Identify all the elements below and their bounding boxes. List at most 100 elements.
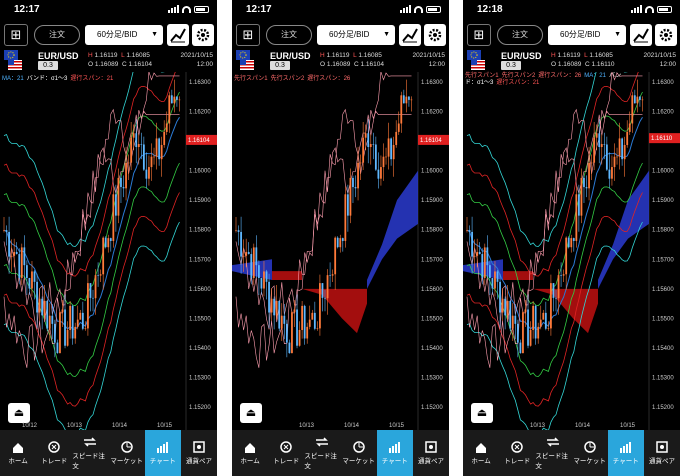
candle-body xyxy=(397,123,400,132)
x-axis-label: 10/15 xyxy=(620,423,636,429)
y-axis-label: 1.16200 xyxy=(652,110,674,116)
tab-trade[interactable]: トレード xyxy=(268,430,304,476)
price-chart[interactable]: 1.163001.162001.161001.160001.159001.158… xyxy=(0,72,217,430)
tab-speed-order[interactable]: スピード注文 xyxy=(72,430,108,476)
chart-settings-button[interactable] xyxy=(424,24,446,46)
candle-body xyxy=(313,312,316,329)
candle-body xyxy=(408,96,410,100)
candle-body xyxy=(15,251,18,255)
high-value: 1.16119 xyxy=(326,52,350,59)
candle-body xyxy=(550,283,552,329)
order-button[interactable]: 注文 xyxy=(497,25,543,45)
tab-home[interactable]: ホーム xyxy=(232,430,268,476)
candle-body xyxy=(628,123,631,132)
timeframe-select[interactable]: 60分足/BID ▼ xyxy=(548,25,626,45)
battery-icon xyxy=(657,5,672,13)
timeframe-select[interactable]: 60分足/BID ▼ xyxy=(85,25,163,45)
candle-body xyxy=(588,162,590,189)
candle-body xyxy=(36,281,38,313)
price-chart[interactable]: 1.163001.162001.161001.160001.159001.158… xyxy=(232,72,449,430)
candle-body xyxy=(117,177,120,216)
candle-body xyxy=(524,309,527,313)
chart-settings-button[interactable] xyxy=(192,24,214,46)
chart-toolbar: ⊞ 注文 60分足/BID ▼ xyxy=(232,22,449,48)
tab-chart[interactable]: チャート xyxy=(607,430,644,476)
chart-settings-button[interactable] xyxy=(655,24,677,46)
candle-body xyxy=(48,315,51,329)
layout-grid-button[interactable]: ⊞ xyxy=(236,24,260,46)
tab-currency-pair[interactable]: 通貨ペア xyxy=(413,430,449,476)
tab-currency-pair[interactable]: 通貨ペア xyxy=(644,430,680,476)
x-axis-label: 10/15 xyxy=(389,423,405,429)
screenshot-collage: 12:17 ⊞ 注文 60分足/BID ▼ EUR/USD 0.3 H 1.161… xyxy=(0,0,680,476)
currency-pair-icon xyxy=(425,441,437,453)
candle-body xyxy=(170,95,173,104)
chart-icon xyxy=(156,442,168,453)
symbol-header: EUR/USD 0.3 H 1.16119 L 1.16085 O 1.1608… xyxy=(463,50,680,72)
tab-label: 通貨ペア xyxy=(648,458,675,465)
layout-grid-button[interactable]: ⊞ xyxy=(4,24,28,46)
tab-trade[interactable]: トレード xyxy=(36,430,72,476)
y-axis-label: 1.16300 xyxy=(421,80,443,86)
candle-body xyxy=(516,323,519,343)
candle-body xyxy=(153,156,155,158)
candle-body xyxy=(585,187,588,189)
tab-speed-order[interactable]: スピード注文 xyxy=(304,430,340,476)
candle-body xyxy=(410,99,413,101)
candle-body xyxy=(529,329,532,346)
candle-body xyxy=(616,156,618,158)
order-button[interactable]: 注文 xyxy=(266,25,312,45)
candle-body xyxy=(28,277,31,289)
bar-time: 12:00 xyxy=(196,61,213,68)
candle-body xyxy=(112,194,115,241)
ichimoku-cloud-bullish xyxy=(367,170,418,289)
candle-body xyxy=(468,230,471,232)
current-price-value: 1.16104 xyxy=(188,138,210,144)
tab-market[interactable]: マーケット xyxy=(572,430,608,476)
indicator-chart-button[interactable] xyxy=(630,24,652,46)
candle-body xyxy=(473,255,476,257)
candle-body xyxy=(326,275,329,299)
candle-body xyxy=(577,194,580,216)
tab-market[interactable]: マーケット xyxy=(341,430,377,476)
layout-grid-button[interactable]: ⊞ xyxy=(467,24,491,46)
low-value: 1.16085 xyxy=(589,52,613,59)
status-bar: 12:17 xyxy=(0,0,217,20)
tab-label: ホーム xyxy=(240,458,260,465)
candle-body xyxy=(109,238,112,241)
indicator-chart-button[interactable] xyxy=(167,24,189,46)
tab-label: ホーム xyxy=(471,458,491,465)
candle-body xyxy=(483,247,486,278)
candle-body xyxy=(382,156,385,168)
order-button[interactable]: 注文 xyxy=(34,25,80,45)
ichimoku-cloud-bearish xyxy=(302,288,367,334)
candle-body xyxy=(10,255,13,257)
tab-chart[interactable]: チャート xyxy=(144,430,181,476)
tab-market[interactable]: マーケット xyxy=(109,430,145,476)
current-price-value: 1.16104 xyxy=(420,138,442,144)
candle-body xyxy=(280,315,283,329)
close-value: 1.16104 xyxy=(128,61,153,68)
indicator-chart-button[interactable] xyxy=(399,24,421,46)
price-chart[interactable]: 1.163001.162001.161001.160001.159001.158… xyxy=(463,72,680,430)
candle-body xyxy=(235,230,237,231)
tab-trade[interactable]: トレード xyxy=(499,430,535,476)
candle-body xyxy=(311,312,314,320)
bar-date: 2021/10/15 xyxy=(180,52,213,59)
candle-body xyxy=(636,96,639,104)
tab-speed-order[interactable]: スピード注文 xyxy=(535,430,571,476)
candle-body xyxy=(245,251,248,256)
candle-body xyxy=(107,238,110,248)
tab-home[interactable]: ホーム xyxy=(463,430,499,476)
tab-chart[interactable]: チャート xyxy=(376,430,413,476)
timeframe-select[interactable]: 60分足/BID ▼ xyxy=(317,25,395,45)
candle-body xyxy=(283,315,286,324)
candle-body xyxy=(145,169,148,179)
tab-label: スピード注文 xyxy=(535,453,568,470)
candle-body xyxy=(178,99,181,101)
close-label: C xyxy=(354,61,359,68)
candle-body xyxy=(51,315,54,324)
candle-body xyxy=(84,328,87,329)
tab-home[interactable]: ホーム xyxy=(0,430,36,476)
tab-currency-pair[interactable]: 通貨ペア xyxy=(181,430,217,476)
